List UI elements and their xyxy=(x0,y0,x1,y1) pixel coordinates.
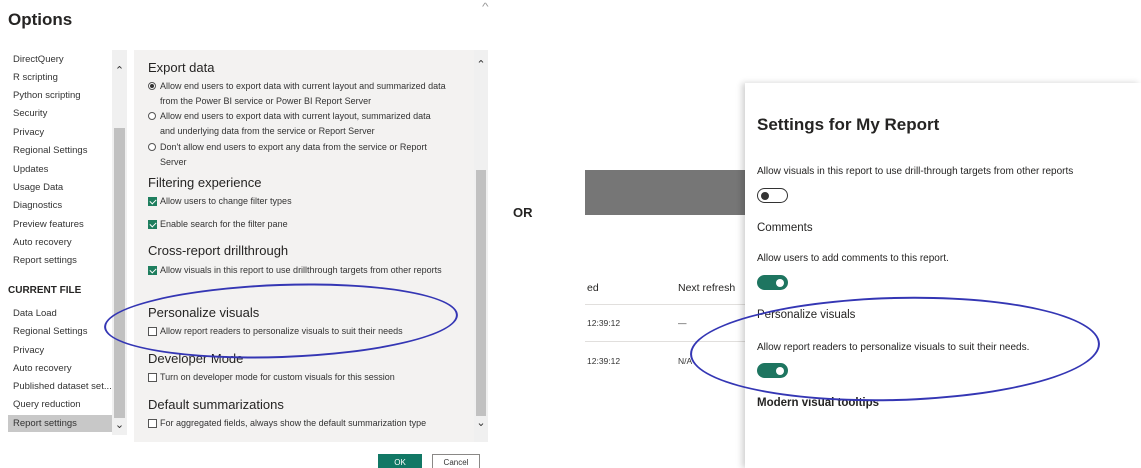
nav-item-privacy[interactable]: Privacy xyxy=(13,127,44,138)
export-option-none[interactable]: Don't allow end users to export any data… xyxy=(148,140,448,170)
content-scrollbar[interactable]: ⌃ ⌄ xyxy=(474,50,488,442)
option-default-summarization[interactable]: For aggregated fields, always show the d… xyxy=(148,416,448,431)
nav-item-published-dataset-settings[interactable]: Published dataset set... xyxy=(13,381,112,392)
nav-scrollbar[interactable]: ⌃ ⌄ xyxy=(112,50,127,435)
or-separator: OR xyxy=(513,205,533,220)
row-2-time: 12:39:12 xyxy=(587,356,621,366)
nav-item-security[interactable]: Security xyxy=(13,108,47,119)
nav-scroll-up-icon[interactable]: ⌃ xyxy=(112,64,127,78)
nav-item-file-regional-settings[interactable]: Regional Settings xyxy=(13,326,87,337)
nav-item-data-load[interactable]: Data Load xyxy=(13,308,57,319)
nav-item-diagnostics[interactable]: Diagnostics xyxy=(13,200,62,211)
nav-item-r-scripting[interactable]: R scripting xyxy=(13,72,58,83)
nav-item-file-privacy[interactable]: Privacy xyxy=(13,345,44,356)
comments-description: Allow users to add comments to this repo… xyxy=(757,253,949,264)
row-divider xyxy=(585,341,745,342)
row-1-time: 12:39:12 xyxy=(587,318,621,328)
cancel-button[interactable]: Cancel xyxy=(432,454,480,468)
nav-scroll-down-icon[interactable]: ⌄ xyxy=(112,418,127,432)
nav-item-python-scripting[interactable]: Python scripting xyxy=(13,90,81,101)
checkbox-icon[interactable] xyxy=(148,419,157,428)
row-1-next-refresh: — xyxy=(678,318,687,328)
nav-item-file-auto-recovery[interactable]: Auto recovery xyxy=(13,363,72,374)
nav-item-query-reduction[interactable]: Query reduction xyxy=(13,399,81,410)
option-cross-report-drillthrough[interactable]: Allow visuals in this report to use dril… xyxy=(148,263,448,278)
column-header-next-refresh: Next refresh xyxy=(678,282,736,294)
radio-selected-icon[interactable] xyxy=(148,82,156,90)
radio-icon[interactable] xyxy=(148,112,156,120)
checkbox-icon[interactable] xyxy=(148,373,157,382)
section-export-data: Export data xyxy=(148,60,215,75)
drillthrough-toggle[interactable] xyxy=(757,188,788,203)
nav-item-updates[interactable]: Updates xyxy=(13,164,48,175)
personalize-visuals-heading: Personalize visuals xyxy=(757,309,856,321)
checkbox-checked-icon[interactable] xyxy=(148,220,157,229)
nav-item-file-report-settings[interactable]: Report settings xyxy=(8,415,112,432)
option-filter-search[interactable]: Enable search for the filter pane xyxy=(148,217,448,232)
nav-scroll-thumb[interactable] xyxy=(114,128,125,418)
settings-panel-title: Settings for My Report xyxy=(757,115,940,134)
checkbox-checked-icon[interactable] xyxy=(148,197,157,206)
drillthrough-description: Allow visuals in this report to use dril… xyxy=(757,166,1074,177)
section-cross-report-drillthrough: Cross-report drillthrough xyxy=(148,243,289,258)
option-change-filter-types[interactable]: Allow users to change filter types xyxy=(148,194,448,209)
personalize-visuals-description: Allow report readers to personalize visu… xyxy=(757,342,1030,353)
export-option-underlying[interactable]: Allow end users to export data with curr… xyxy=(148,109,448,139)
row-2-next-refresh: N/A xyxy=(678,356,693,366)
checkbox-checked-icon[interactable] xyxy=(148,266,157,275)
content-scroll-up-icon[interactable]: ⌃ xyxy=(474,58,488,72)
background-header-bar xyxy=(585,170,745,215)
report-settings-panel xyxy=(745,83,1141,468)
section-filtering-experience: Filtering experience xyxy=(148,175,262,190)
personalize-visuals-toggle[interactable] xyxy=(757,363,788,378)
dialog-title: Options xyxy=(8,10,73,29)
comments-toggle[interactable] xyxy=(757,275,788,290)
options-dialog: Options ^ DirectQuery R scripting Python… xyxy=(0,0,495,468)
nav-item-usage-data[interactable]: Usage Data xyxy=(13,182,63,193)
content-scroll-thumb[interactable] xyxy=(476,170,486,416)
nav-item-preview-features[interactable]: Preview features xyxy=(13,219,84,230)
section-default-summarizations: Default summarizations xyxy=(148,397,284,412)
row-divider xyxy=(585,304,745,305)
comments-heading: Comments xyxy=(757,222,813,234)
current-file-header: CURRENT FILE xyxy=(8,285,82,296)
option-personalize-visuals[interactable]: Allow report readers to personalize visu… xyxy=(148,324,448,339)
section-personalize-visuals: Personalize visuals xyxy=(148,305,260,320)
nav-item-auto-recovery[interactable]: Auto recovery xyxy=(13,237,72,248)
nav-item-regional-settings[interactable]: Regional Settings xyxy=(13,145,87,156)
radio-icon[interactable] xyxy=(148,143,156,151)
checkbox-icon[interactable] xyxy=(148,327,157,336)
column-header-last-refreshed: ed xyxy=(587,282,599,294)
ok-button[interactable]: OK xyxy=(378,454,422,468)
nav-item-report-settings[interactable]: Report settings xyxy=(13,255,77,266)
content-scroll-down-icon[interactable]: ⌄ xyxy=(474,416,488,430)
section-developer-mode: Developer Mode xyxy=(148,351,244,366)
export-option-summarized[interactable]: Allow end users to export data with curr… xyxy=(148,79,448,109)
collapse-caret-icon[interactable]: ^ xyxy=(482,2,489,13)
option-developer-mode[interactable]: Turn on developer mode for custom visual… xyxy=(148,370,448,385)
modern-tooltips-heading: Modern visual tooltips xyxy=(757,397,880,409)
nav-item-directquery[interactable]: DirectQuery xyxy=(13,54,64,65)
